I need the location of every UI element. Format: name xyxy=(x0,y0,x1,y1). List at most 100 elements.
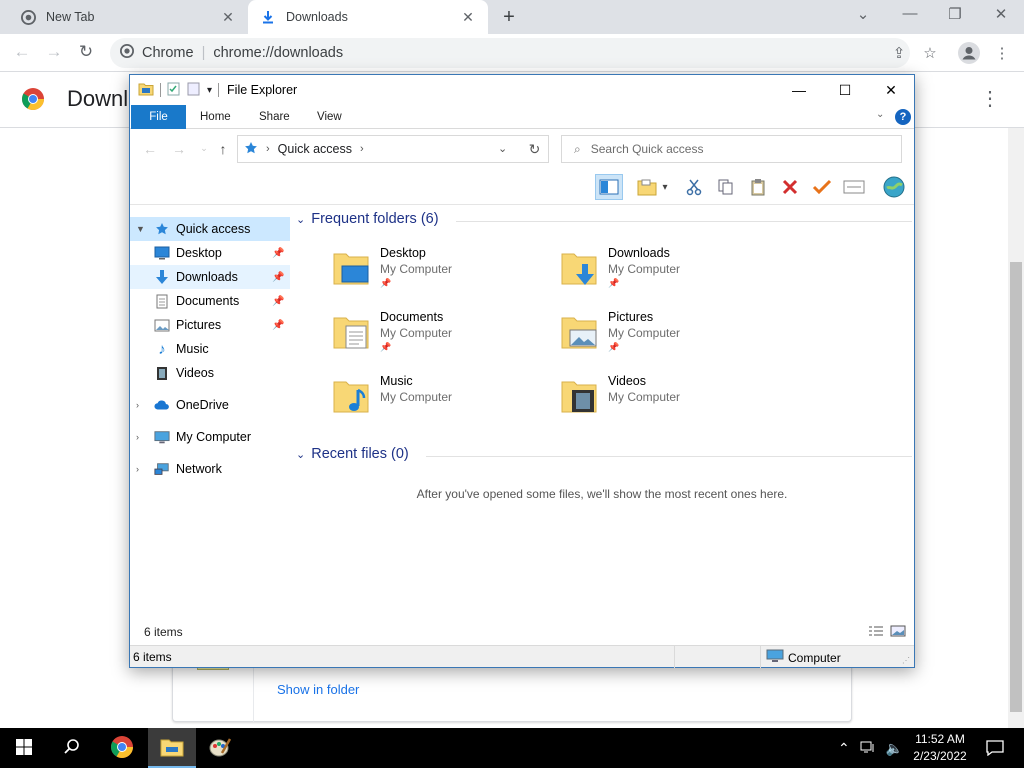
taskbar-paint-button[interactable] xyxy=(196,728,244,768)
nav-item-my-computer[interactable]: › My Computer xyxy=(130,425,290,449)
minimize-button[interactable]: — xyxy=(895,5,925,22)
copy-icon[interactable] xyxy=(712,174,740,200)
recent-files-header[interactable]: ⌄ Recent files (0) xyxy=(296,446,912,462)
paste-icon[interactable] xyxy=(744,174,772,200)
back-button[interactable]: ← xyxy=(10,40,34,64)
address-dropdown-icon[interactable]: ⌄ xyxy=(498,142,507,155)
nav-item-onedrive[interactable]: › OneDrive xyxy=(130,393,290,417)
taskbar-clock[interactable]: 11:52 AM 2/23/2022 xyxy=(905,731,975,765)
breadcrumb-chevron-icon[interactable]: › xyxy=(360,143,364,155)
chrome-menu-icon[interactable]: ⋮ xyxy=(991,42,1013,64)
new-tab-button[interactable]: + xyxy=(498,6,520,29)
explorer-search-input[interactable]: ⌕ Search Quick access xyxy=(561,135,902,163)
pin-icon[interactable]: 📌 xyxy=(272,272,286,283)
frequent-folders-header[interactable]: ⌄ Frequent folders (6) xyxy=(296,211,912,227)
folder-tile-desktop[interactable]: Desktop My Computer 📌 xyxy=(332,244,552,300)
properties-panel-icon[interactable] xyxy=(840,174,868,200)
system-tray: ⌃ 🔈 xyxy=(838,728,903,768)
profile-avatar-icon[interactable] xyxy=(958,42,980,64)
cut-icon[interactable] xyxy=(680,174,708,200)
nav-item-desktop[interactable]: Desktop 📌 xyxy=(130,241,290,265)
globe-icon[interactable] xyxy=(880,174,908,200)
large-icons-view-icon[interactable] xyxy=(890,625,906,640)
scrollbar-thumb[interactable] xyxy=(1010,262,1022,712)
tab-new-tab[interactable]: New Tab ✕ xyxy=(8,0,248,34)
recent-locations-dropdown-icon[interactable]: ⌄ xyxy=(196,143,212,154)
share-icon[interactable]: ⇪ xyxy=(888,42,910,64)
status-divider xyxy=(760,646,761,668)
explorer-title-bar[interactable]: ▾ File Explorer — ☐ ✕ xyxy=(130,75,914,105)
ribbon-tab-view[interactable]: View xyxy=(317,105,342,129)
properties-icon[interactable] xyxy=(167,82,181,99)
new-item-dropdown-icon[interactable]: ▾ xyxy=(658,174,672,200)
reload-button[interactable]: ↻ xyxy=(74,40,98,64)
pin-icon[interactable]: 📌 xyxy=(272,248,286,259)
preview-pane-button[interactable] xyxy=(595,174,623,200)
bookmark-star-icon[interactable]: ☆ xyxy=(919,42,941,64)
nav-item-music[interactable]: ♪ Music xyxy=(130,337,290,361)
refresh-button[interactable]: ↻ xyxy=(521,135,549,163)
folder-location: My Computer xyxy=(608,390,681,404)
network-icon xyxy=(154,461,170,477)
ribbon-tab-file[interactable]: File xyxy=(131,105,186,129)
pin-icon[interactable]: 📌 xyxy=(272,320,286,331)
folder-tile-downloads[interactable]: Downloads My Computer 📌 xyxy=(560,244,780,300)
ribbon-expand-icon[interactable]: ⌄ xyxy=(876,109,884,120)
explorer-minimize-button[interactable]: — xyxy=(786,79,812,101)
explorer-close-button[interactable]: ✕ xyxy=(878,79,904,101)
up-button[interactable]: ↑ xyxy=(215,141,231,157)
page-menu-icon[interactable]: ⋮ xyxy=(980,86,1000,111)
nav-item-documents[interactable]: Documents 📌 xyxy=(130,289,290,313)
qat-dropdown-icon[interactable]: ▾ xyxy=(207,85,212,96)
restore-button[interactable]: ❐ xyxy=(940,5,970,23)
action-center-icon[interactable] xyxy=(980,728,1010,768)
delete-icon[interactable] xyxy=(776,174,804,200)
explorer-forward-button[interactable]: → xyxy=(171,141,187,157)
quick-access-star-icon xyxy=(244,141,258,158)
film-icon xyxy=(154,365,170,381)
show-hidden-icons-icon[interactable]: ⌃ xyxy=(838,740,850,757)
new-item-button[interactable] xyxy=(633,174,661,200)
taskbar-chrome-button[interactable] xyxy=(98,728,146,768)
show-in-folder-link[interactable]: Show in folder xyxy=(277,682,359,697)
pin-icon[interactable]: 📌 xyxy=(272,296,286,307)
ribbon-tab-share[interactable]: Share xyxy=(259,105,290,129)
folder-tile-videos[interactable]: Videos My Computer xyxy=(560,372,780,428)
ribbon-tab-home[interactable]: Home xyxy=(200,105,231,129)
details-view-icon[interactable] xyxy=(868,625,884,640)
tab-close-icon[interactable]: ✕ xyxy=(220,9,236,26)
forward-button[interactable]: → xyxy=(42,40,66,64)
taskbar-search-button[interactable] xyxy=(48,728,96,768)
tab-close-icon[interactable]: ✕ xyxy=(460,9,476,26)
start-button[interactable] xyxy=(0,728,48,768)
breadcrumb-quick-access[interactable]: Quick access xyxy=(278,142,352,156)
nav-item-downloads[interactable]: Downloads 📌 xyxy=(130,265,290,289)
taskbar-file-explorer-button[interactable] xyxy=(148,728,196,768)
expand-chevron-icon[interactable]: › xyxy=(136,464,150,474)
explorer-maximize-button[interactable]: ☐ xyxy=(832,79,858,101)
new-folder-qat-icon[interactable] xyxy=(187,82,201,99)
close-button[interactable]: ✕ xyxy=(986,5,1016,23)
group-collapse-chevron-icon[interactable]: ⌄ xyxy=(296,213,305,226)
nav-item-network[interactable]: › Network xyxy=(130,457,290,481)
nav-item-videos[interactable]: Videos xyxy=(130,361,290,385)
tab-downloads[interactable]: Downloads ✕ xyxy=(248,0,488,34)
folder-tile-documents[interactable]: Documents My Computer 📌 xyxy=(332,308,552,364)
folder-tile-music[interactable]: Music My Computer xyxy=(332,372,552,428)
chrome-tab-bar: New Tab ✕ Downloads ✕ + ⌄ — ❐ ✕ xyxy=(0,0,1024,34)
network-status-icon[interactable] xyxy=(860,740,876,757)
resize-grip-icon[interactable]: ⋰ xyxy=(902,656,910,665)
nav-item-pictures[interactable]: Pictures 📌 xyxy=(130,313,290,337)
group-collapse-chevron-icon[interactable]: ⌄ xyxy=(296,448,305,461)
volume-icon[interactable]: 🔈 xyxy=(886,740,903,757)
address-bar[interactable]: Chrome | chrome://downloads xyxy=(110,38,910,68)
folder-tile-pictures[interactable]: Pictures My Computer 📌 xyxy=(560,308,780,364)
expand-chevron-icon[interactable]: › xyxy=(136,400,150,410)
collapse-chevron-icon[interactable]: ▼ xyxy=(136,224,150,234)
tab-search-icon[interactable]: ⌄ xyxy=(848,5,878,23)
expand-chevron-icon[interactable]: › xyxy=(136,432,150,442)
rename-checkmark-icon[interactable] xyxy=(808,174,836,200)
help-icon[interactable]: ? xyxy=(895,109,911,125)
nav-item-quick-access[interactable]: ▼ Quick access xyxy=(130,217,290,241)
explorer-back-button[interactable]: ← xyxy=(142,141,158,157)
